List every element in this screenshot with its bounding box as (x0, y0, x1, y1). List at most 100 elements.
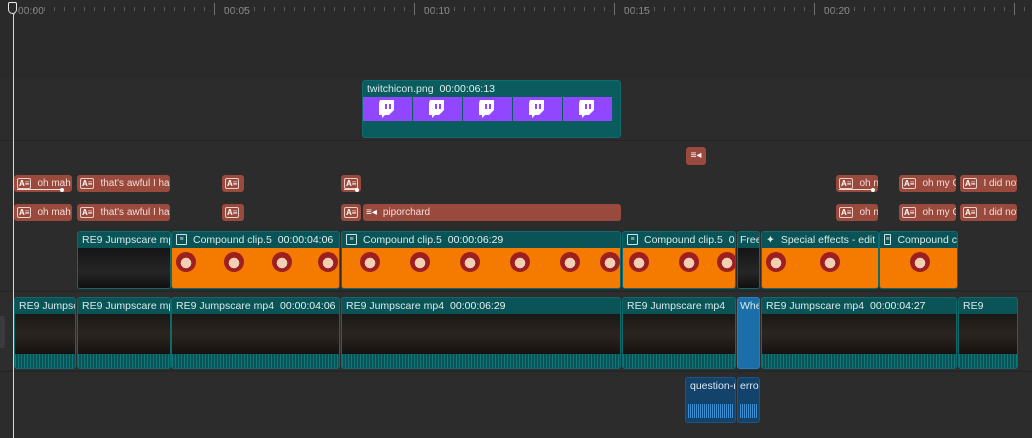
fade-handle[interactable] (839, 189, 875, 190)
title-clip[interactable]: A≡ oh mah (14, 204, 72, 221)
ruler-tick (404, 7, 405, 11)
title-clip[interactable]: A≡ that's awful I ha (77, 175, 170, 192)
title-clip[interactable]: A≡ oh mah (14, 175, 72, 192)
ruler-tick (664, 7, 665, 11)
compound-clip[interactable]: ≡ Compound clip.5 0 (622, 231, 736, 289)
ruler-tick (644, 7, 645, 11)
clip-thumbnail-strip (959, 314, 1017, 354)
clip-name: Compound clip.5 (363, 233, 442, 246)
video-clip[interactable]: RE9 Jumpscare mp4 (622, 297, 736, 369)
ruler-tick (914, 7, 915, 11)
title-clip[interactable]: A≡ oh my G (899, 175, 956, 192)
audio-clip[interactable]: erro (737, 377, 760, 423)
clip-thumbnail-strip (623, 248, 735, 288)
video-clip[interactable]: RE9 Jumpscare mp4 (77, 297, 171, 369)
fade-handle-dot[interactable] (871, 188, 875, 192)
title-clip[interactable]: A≡ (341, 175, 361, 192)
clip-name: piporchard (382, 207, 431, 218)
audio-waveform (15, 354, 75, 368)
ruler-tick (854, 7, 855, 11)
title-clip[interactable]: A≡ I did not (960, 204, 1017, 221)
text-title-icon: A≡ (963, 178, 978, 189)
fade-handle[interactable] (17, 189, 61, 190)
text-title-icon: A≡ (839, 178, 854, 189)
clip-name: oh my G (922, 178, 956, 189)
title-clip[interactable]: A≡ I did not (960, 175, 1017, 192)
title-clip[interactable]: A≡ oh n (836, 175, 878, 192)
title-clip[interactable]: A≡ (341, 204, 361, 221)
ruler-tick (834, 7, 835, 11)
ruler-label: 00:20 (824, 6, 851, 17)
video-clip[interactable]: Whe (737, 297, 760, 369)
clip-name: RE9 Jumpscare mp4 (627, 299, 726, 312)
video-clip[interactable]: RE9 Jumpscare mp4 00:00:04:27 (761, 297, 957, 369)
image-clip-twitchicon[interactable]: twitchicon.png 00:00:06:13 (362, 80, 621, 138)
video-clip[interactable]: RE9 Jumpsc (14, 297, 76, 369)
fade-handle-dot[interactable] (355, 188, 359, 192)
ruler-tick (1024, 7, 1025, 11)
text-title-icon: A≡ (839, 207, 854, 218)
ruler-tick (514, 7, 515, 11)
audio-waveform (172, 354, 339, 368)
title-clip[interactable]: A≡ that's awful I ha (77, 204, 170, 221)
title-clip[interactable]: A≡ (222, 204, 244, 221)
playhead-handle[interactable] (8, 2, 17, 14)
audio-clip[interactable]: question-r (685, 377, 736, 423)
ruler-tick (764, 7, 765, 11)
audio-waveform (688, 404, 733, 418)
clip-thumbnail-strip (78, 314, 170, 354)
clip-name: oh my G (922, 207, 956, 218)
video-clip[interactable]: Free (737, 231, 760, 289)
title-clip-piporchard[interactable]: ≡◂ piporchard (363, 204, 621, 221)
clip-thumbnail-strip (363, 97, 620, 121)
ruler-tick (34, 7, 35, 11)
playhead-line[interactable] (13, 14, 14, 438)
clip-name: Whe (740, 299, 759, 312)
twitch-logo-icon (513, 97, 562, 121)
compound-clip[interactable]: ≡ Compound c (879, 231, 958, 289)
fade-handle-dot[interactable] (60, 188, 64, 192)
title-clip[interactable]: A≡ (222, 175, 244, 192)
text-title-icon: A≡ (225, 178, 240, 189)
timeline-ruler[interactable]: 00:00 00:05 00:10 00:15 00:20 (0, 0, 1032, 22)
text-title-icon: A≡ (902, 178, 917, 189)
ruler-tick (314, 7, 315, 11)
ruler-tick (1014, 3, 1015, 15)
ruler-tick (374, 7, 375, 11)
title-clip[interactable]: A≡ oh my G (899, 204, 956, 221)
ruler-tick (714, 7, 715, 11)
video-clip[interactable]: RE9 Jumpscare mp (77, 231, 171, 289)
clip-duration: 00:00:06:29 (447, 233, 504, 246)
video-clip[interactable]: RE9 (958, 297, 1018, 369)
clip-thumbnail-strip (342, 248, 620, 288)
marker-track (0, 141, 1032, 171)
ruler-tick (554, 7, 555, 11)
clip-thumbnail-strip (15, 314, 75, 354)
clip-name: RE9 Jumpscare mp4 (176, 299, 275, 312)
audio-waveform (740, 404, 757, 418)
ruler-label: 00:10 (424, 6, 451, 17)
clip-name: oh n (859, 207, 878, 218)
track-resize-grip[interactable] (0, 316, 5, 348)
video-clip[interactable]: RE9 Jumpscare mp4 00:00:06:29 (341, 297, 621, 369)
ruler-tick (394, 7, 395, 11)
text-title-icon: A≡ (344, 207, 359, 218)
ruler-tick (444, 7, 445, 11)
ruler-tick (974, 7, 975, 11)
compound-clip[interactable]: ≡ Compound clip.5 00:00:06:29 (341, 231, 621, 289)
clip-name: RE9 Jumpscare mp4 (766, 299, 865, 312)
ruler-tick (344, 7, 345, 11)
effect-marker-clip[interactable]: ≡◂ (686, 147, 706, 165)
ruler-label: 00:05 (224, 6, 251, 17)
title-clip[interactable]: A≡ oh n (836, 204, 878, 221)
ruler-tick (994, 7, 995, 11)
effects-clip[interactable]: ✦ Special effects - edit (761, 231, 879, 289)
list-icon: ≡◂ (366, 206, 377, 218)
compound-clip-icon: ≡ (884, 234, 892, 245)
ruler-tick (154, 7, 155, 11)
compound-clip[interactable]: ≡ Compound clip.5 00:00:04:06 (171, 231, 340, 289)
ruler-tick (174, 7, 175, 11)
ruler-tick (114, 7, 115, 11)
video-clip[interactable]: RE9 Jumpscare mp4 00:00:04:06 (171, 297, 340, 369)
ruler-tick (234, 7, 235, 11)
